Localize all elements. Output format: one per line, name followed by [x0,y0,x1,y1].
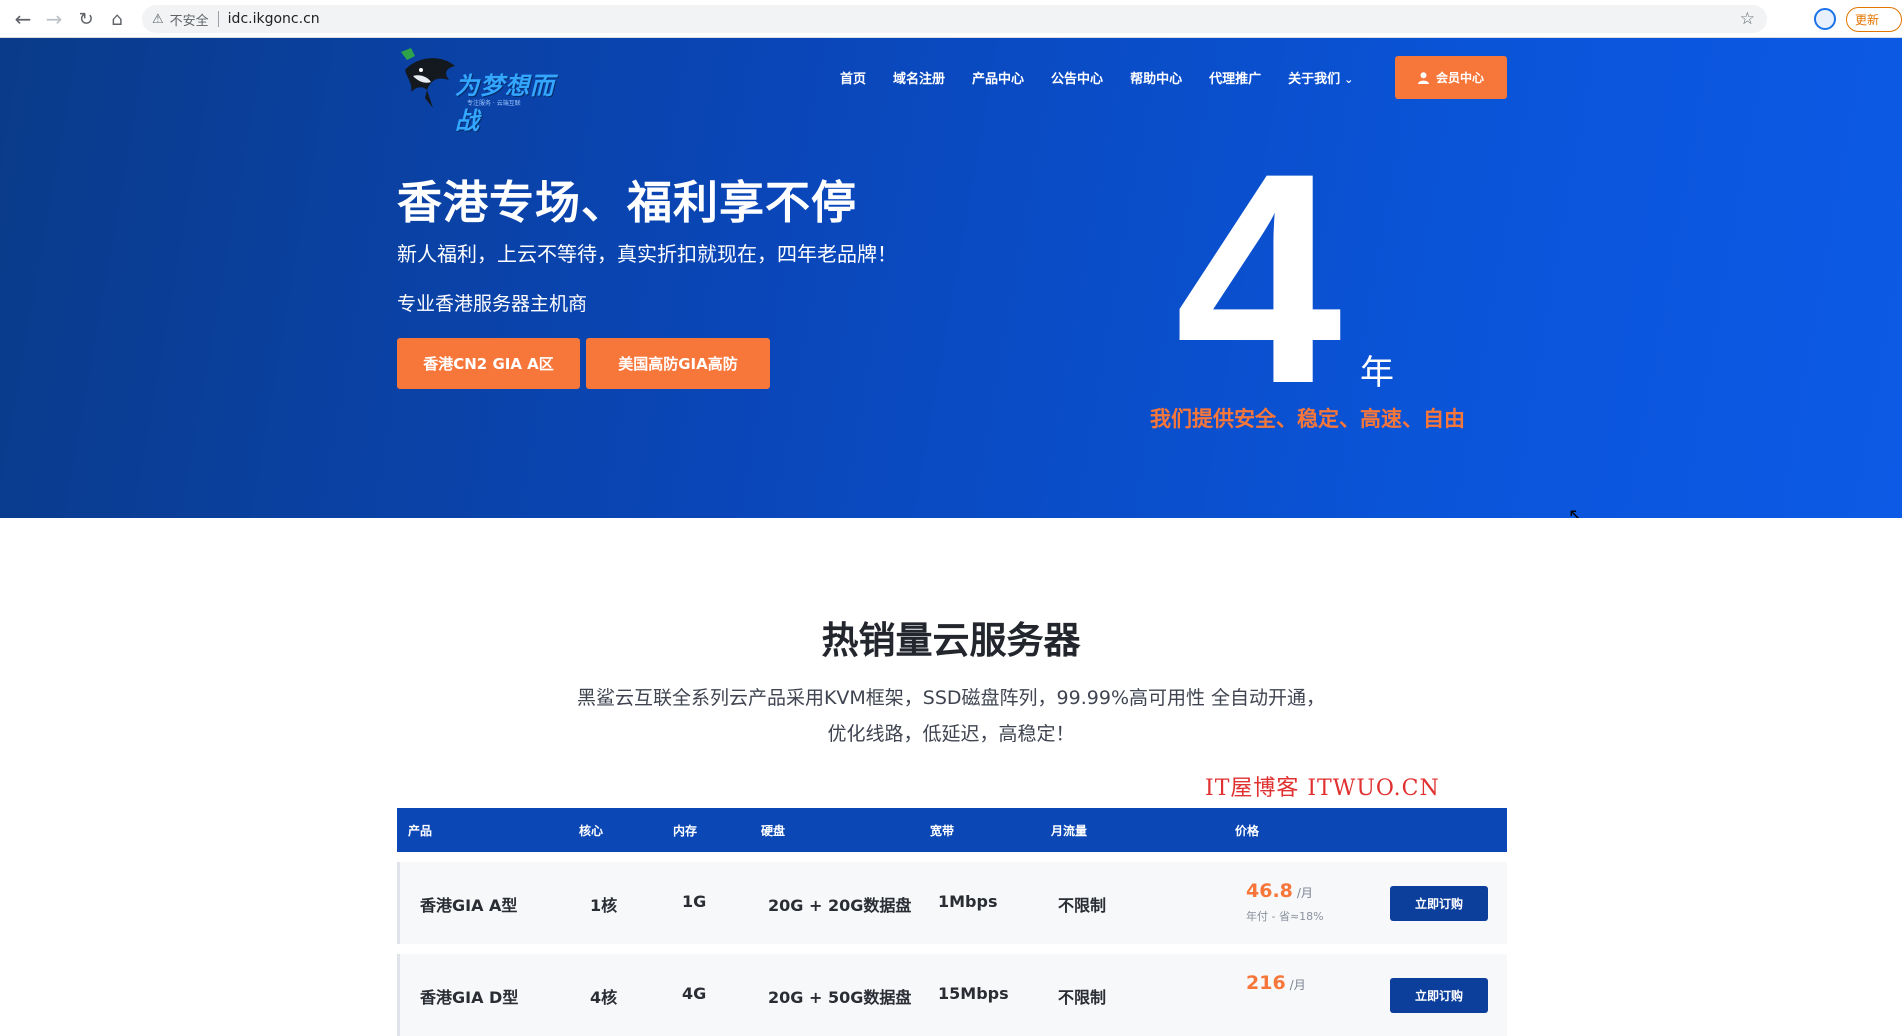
nav-home[interactable]: 首页 [840,68,866,87]
nav-announcements[interactable]: 公告中心 [1051,68,1103,87]
table-header: 产品 核心 内存 硬盘 宽带 月流量 价格 [397,808,1507,852]
address-divider [217,11,219,27]
warning-icon: ⚠ [152,11,164,27]
nav-help[interactable]: 帮助中心 [1130,68,1182,87]
url-text: idc.ikgonc.cn [227,11,320,27]
bandwidth: 1Mbps [938,892,998,911]
cpu-cores: 4核 [590,988,618,1007]
nav-affiliate[interactable]: 代理推广 [1209,68,1261,87]
section-title: 热销量云服务器 [821,619,1081,662]
nav-domain[interactable]: 域名注册 [893,68,945,87]
header-product: 产品 [408,824,433,838]
back-arrow-icon[interactable]: ← [6,2,40,36]
hero-title: 香港专场、福利享不停 [397,176,858,229]
table-row: 香港GIA A型 1核 1G 20G + 20G数据盘 1Mbps 不限制 46… [397,862,1507,944]
hero-banner: 为梦想而战 专注服务 · 云端互联 首页 域名注册 产品中心 公告中心 帮助中心… [0,38,1902,518]
header-ram: 内存 [673,824,698,838]
cpu-cores: 1核 [590,896,618,915]
us-ddos-button[interactable]: 美国高防GIA高防 [586,338,770,389]
member-center-label: 会员中心 [1435,71,1484,85]
header-cpu: 核心 [579,824,604,838]
price-note: 年付 - 省≈18% [1246,910,1324,923]
home-icon[interactable]: ⌂ [100,2,134,36]
product-name: 香港GIA A型 [420,896,518,915]
forward-arrow-icon[interactable]: → [37,2,71,36]
disk: 20G + 50G数据盘 [768,988,912,1007]
memory: 1G [682,892,707,911]
years-number: 4 [1175,110,1342,446]
security-label: 不安全 [169,13,209,29]
browser-toolbar: ← → ↻ ⌂ ⚠ 不安全 idc.ikgonc.cn ☆ 更新 [0,0,1902,38]
hero-slogan: 我们提供安全、稳定、高速、自由 [1150,407,1465,431]
user-icon [1417,71,1429,84]
mouse-cursor-icon: ↖ [1568,505,1584,518]
order-button[interactable]: 立即订购 [1390,886,1488,921]
update-label: 更新 [1855,13,1880,27]
header-price: 价格 [1235,824,1260,838]
order-button[interactable]: 立即订购 [1390,978,1488,1013]
chevron-down-icon: ⌄ [1344,73,1354,86]
price-unit: /月 [1296,886,1313,900]
watermark-text: IT屋博客 ITWUO.CN [1205,776,1440,801]
price: 216/月 [1246,972,1306,994]
price-unit: /月 [1289,978,1306,992]
logo-subtext: 专注服务 · 云端互联 [467,100,521,107]
price-value: 46.8 [1246,880,1293,902]
hk-cn2-button[interactable]: 香港CN2 GIA A区 [397,338,580,389]
price: 46.8/月 [1246,880,1313,902]
bookmark-star-icon[interactable]: ☆ [1740,9,1755,29]
main-nav: 首页 域名注册 产品中心 公告中心 帮助中心 代理推广 关于我们 ⌄ [840,68,1380,87]
table-row: 香港GIA D型 4核 4G 20G + 50G数据盘 15Mbps 不限制 2… [397,954,1507,1036]
reload-icon[interactable]: ↻ [69,2,103,36]
section-description: 黑鲨云互联全系列云产品采用KVM框架，SSD磁盘阵列，99.99%高可用性 全自… [576,687,1326,745]
hero-tagline: 专业香港服务器主机商 [397,293,588,315]
bandwidth: 15Mbps [938,984,1009,1003]
traffic: 不限制 [1058,896,1107,915]
update-button[interactable]: 更新 [1846,7,1902,32]
nav-about[interactable]: 关于我们 ⌄ [1288,68,1353,87]
disk: 20G + 20G数据盘 [768,896,912,915]
product-name: 香港GIA D型 [420,988,519,1007]
hero-subtitle: 新人福利，上云不等待，真实折扣就现在，四年老品牌！ [397,242,897,266]
years-unit: 年 [1360,353,1394,393]
site-logo[interactable]: 为梦想而战 专注服务 · 云端互联 [397,46,572,135]
memory: 4G [682,984,707,1003]
shark-logo-icon [401,48,455,108]
address-bar[interactable]: ⚠ 不安全 idc.ikgonc.cn ☆ [142,5,1767,33]
nav-about-label: 关于我们 [1288,72,1341,87]
profile-avatar[interactable] [1814,8,1836,30]
member-center-button[interactable]: 会员中心 [1395,56,1507,99]
traffic: 不限制 [1058,988,1107,1007]
nav-products[interactable]: 产品中心 [972,68,1024,87]
price-value: 216 [1246,972,1286,994]
header-disk: 硬盘 [761,824,786,838]
header-traffic: 月流量 [1051,824,1088,838]
header-bandwidth: 宽带 [930,824,955,838]
